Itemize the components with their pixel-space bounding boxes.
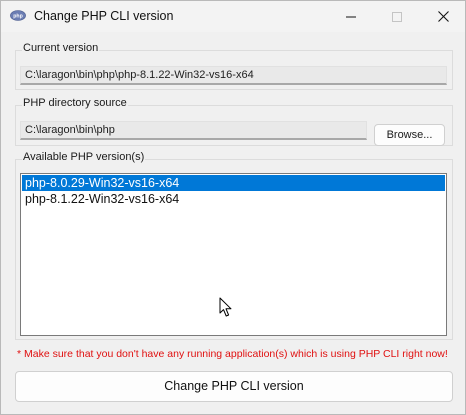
maximize-button	[374, 1, 420, 32]
browse-button[interactable]: Browse...	[374, 124, 445, 146]
window-title: Change PHP CLI version	[34, 9, 174, 23]
warning-text: * Make sure that you don't have any runn…	[17, 348, 448, 360]
current-version-group: Current version C:\laragon\bin\php\php-8…	[15, 42, 453, 90]
directory-source-group: PHP directory source C:\laragon\bin\php …	[15, 97, 453, 146]
minimize-button[interactable]	[328, 1, 374, 32]
title-bar[interactable]: php Change PHP CLI version	[1, 1, 465, 32]
directory-source-label: PHP directory source	[22, 97, 128, 109]
list-item[interactable]: php-8.1.22-Win32-vs16-x64	[22, 191, 445, 207]
mouse-pointer-icon	[219, 297, 232, 317]
directory-source-field: C:\laragon\bin\php	[20, 121, 367, 140]
minimize-icon	[346, 16, 356, 17]
change-php-cli-dialog: php Change PHP CLI version Current versi…	[0, 0, 466, 415]
available-versions-group: Available PHP version(s) php-8.0.29-Win3…	[15, 151, 453, 340]
current-version-label: Current version	[22, 42, 100, 54]
change-php-cli-version-button[interactable]: Change PHP CLI version	[15, 371, 453, 402]
php-versions-listbox[interactable]: php-8.0.29-Win32-vs16-x64 php-8.1.22-Win…	[20, 173, 447, 336]
current-version-field: C:\laragon\bin\php\php-8.1.22-Win32-vs16…	[20, 66, 447, 85]
list-item[interactable]: php-8.0.29-Win32-vs16-x64	[22, 175, 445, 191]
svg-text:php: php	[13, 14, 23, 20]
close-icon	[437, 11, 449, 22]
php-icon: php	[10, 10, 26, 21]
close-button[interactable]	[420, 1, 466, 32]
maximize-icon	[392, 11, 402, 22]
available-versions-label: Available PHP version(s)	[22, 151, 146, 163]
